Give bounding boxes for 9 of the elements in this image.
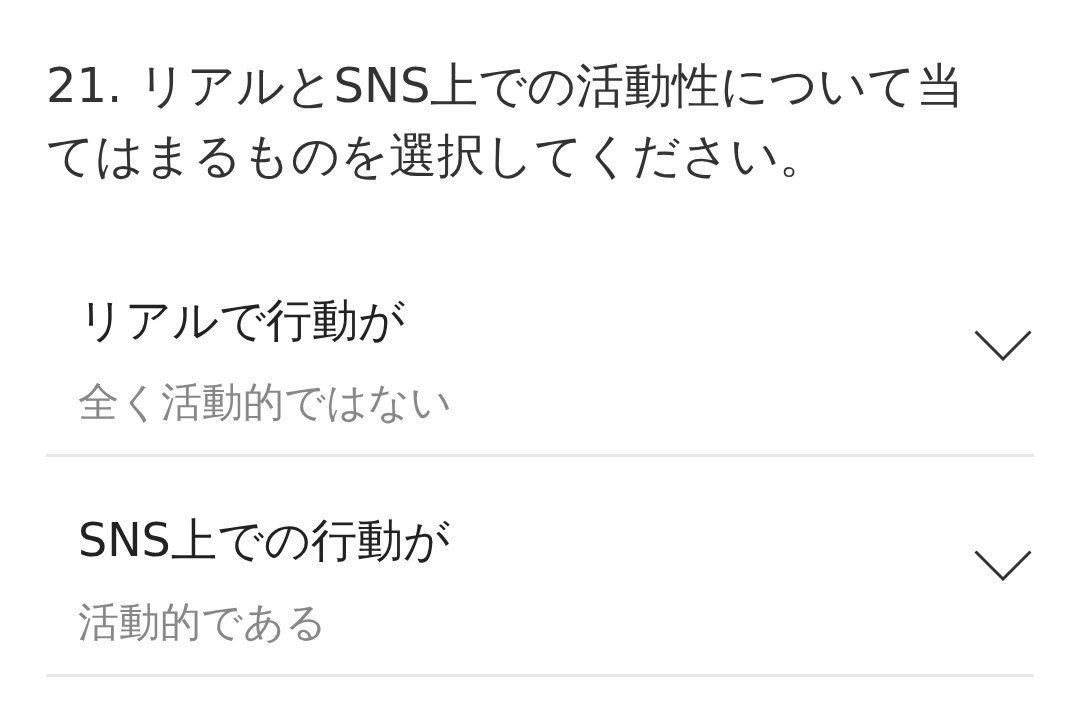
chevron-down-icon	[974, 550, 1032, 581]
dropdown-field[interactable]: リアルで行動が 全く活動的ではない	[46, 237, 1034, 457]
selected-value: 活動的である	[78, 597, 327, 648]
chevron-down-icon	[974, 330, 1032, 361]
dropdown-field[interactable]: SNS上での行動が 活動的である	[46, 457, 1034, 677]
field-label: SNS上での行動が	[78, 512, 450, 569]
selected-value: 全く活動的ではない	[78, 377, 452, 428]
question-text: 21. リアルとSNS上での活動性について当てはまるものを選択してください。	[46, 56, 966, 185]
field-label: リアルで行動が	[78, 292, 405, 349]
